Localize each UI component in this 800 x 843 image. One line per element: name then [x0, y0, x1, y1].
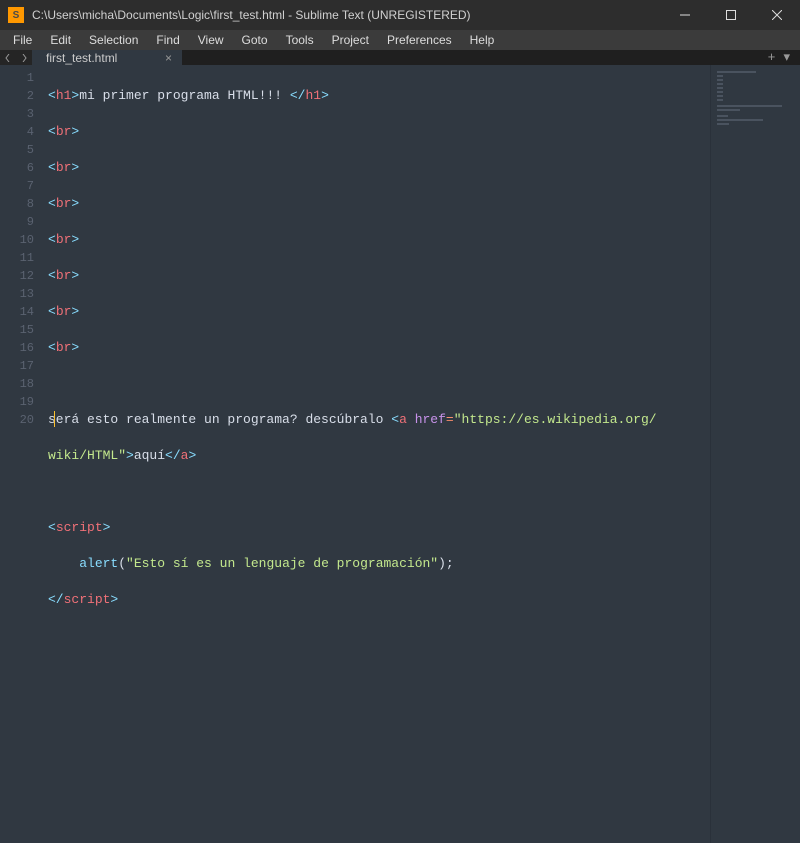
- close-icon: [772, 10, 782, 20]
- line-number: 13: [0, 285, 34, 303]
- minimap[interactable]: [710, 65, 800, 843]
- code-area[interactable]: <h1>mi primer programa HTML!!! </h1> <br…: [48, 65, 710, 843]
- line-gutter: 1 2 3 4 5 6 7 8 9 10 11 12 13 14 15 16 1…: [0, 65, 48, 843]
- menu-help[interactable]: Help: [461, 30, 504, 50]
- minimap-line: [717, 105, 782, 107]
- line-number: 10: [0, 231, 34, 249]
- tabbar-actions: + ▾: [764, 50, 800, 65]
- line-number: 16: [0, 339, 34, 357]
- tabbar: first_test.html × + ▾: [0, 50, 800, 65]
- text-cursor: [54, 411, 55, 427]
- editor[interactable]: 1 2 3 4 5 6 7 8 9 10 11 12 13 14 15 16 1…: [0, 65, 800, 843]
- minimap-line: [717, 119, 763, 121]
- minimap-line: [717, 91, 723, 93]
- close-button[interactable]: [754, 0, 800, 30]
- window-title: C:\Users\micha\Documents\Logic\first_tes…: [32, 8, 662, 22]
- window-controls: [662, 0, 800, 30]
- minimap-line: [717, 99, 723, 101]
- menu-preferences[interactable]: Preferences: [378, 30, 461, 50]
- menu-file[interactable]: File: [4, 30, 41, 50]
- line-number: 5: [0, 141, 34, 159]
- minimap-line: [717, 95, 723, 97]
- maximize-icon: [726, 10, 736, 20]
- tab-history-forward[interactable]: [16, 50, 32, 65]
- maximize-button[interactable]: [708, 0, 754, 30]
- minimap-line: [717, 115, 728, 117]
- line-number: 19: [0, 393, 34, 411]
- menu-selection[interactable]: Selection: [80, 30, 147, 50]
- menu-goto[interactable]: Goto: [233, 30, 277, 50]
- minimap-line: [717, 109, 740, 111]
- minimap-line: [717, 79, 723, 81]
- chevron-left-icon: [4, 54, 12, 62]
- minimap-line: [717, 83, 723, 85]
- menubar: File Edit Selection Find View Goto Tools…: [0, 30, 800, 50]
- new-tab-button[interactable]: +: [764, 50, 780, 65]
- minimap-line: [717, 123, 729, 125]
- line-number: 8: [0, 195, 34, 213]
- tab-overflow-button[interactable]: ▾: [779, 50, 794, 65]
- line-number: 11: [0, 249, 34, 267]
- line-number: 6: [0, 159, 34, 177]
- line-number: 2: [0, 87, 34, 105]
- line-number: 17: [0, 357, 34, 375]
- line-number: 1: [0, 69, 34, 87]
- minimap-line: [717, 71, 756, 73]
- line-number: 18: [0, 375, 34, 393]
- tab-first-test[interactable]: first_test.html ×: [32, 50, 182, 65]
- menu-view[interactable]: View: [189, 30, 233, 50]
- menu-project[interactable]: Project: [323, 30, 378, 50]
- minimap-line: [717, 87, 723, 89]
- menu-edit[interactable]: Edit: [41, 30, 80, 50]
- line-number: 14: [0, 303, 34, 321]
- menu-find[interactable]: Find: [147, 30, 188, 50]
- app-icon: S: [8, 7, 24, 23]
- minimize-button[interactable]: [662, 0, 708, 30]
- minimap-line: [717, 75, 723, 77]
- line-number: 15: [0, 321, 34, 339]
- line-number: 12: [0, 267, 34, 285]
- line-number: 7: [0, 177, 34, 195]
- tab-history-back[interactable]: [0, 50, 16, 65]
- tab-label: first_test.html: [46, 51, 117, 65]
- chevron-right-icon: [20, 54, 28, 62]
- line-number: 20: [0, 411, 34, 429]
- tab-close-icon[interactable]: ×: [165, 51, 172, 65]
- line-number: 4: [0, 123, 34, 141]
- menu-tools[interactable]: Tools: [277, 30, 323, 50]
- minimize-icon: [680, 10, 690, 20]
- window-titlebar: S C:\Users\micha\Documents\Logic\first_t…: [0, 0, 800, 30]
- line-number: 9: [0, 213, 34, 231]
- line-number: 3: [0, 105, 34, 123]
